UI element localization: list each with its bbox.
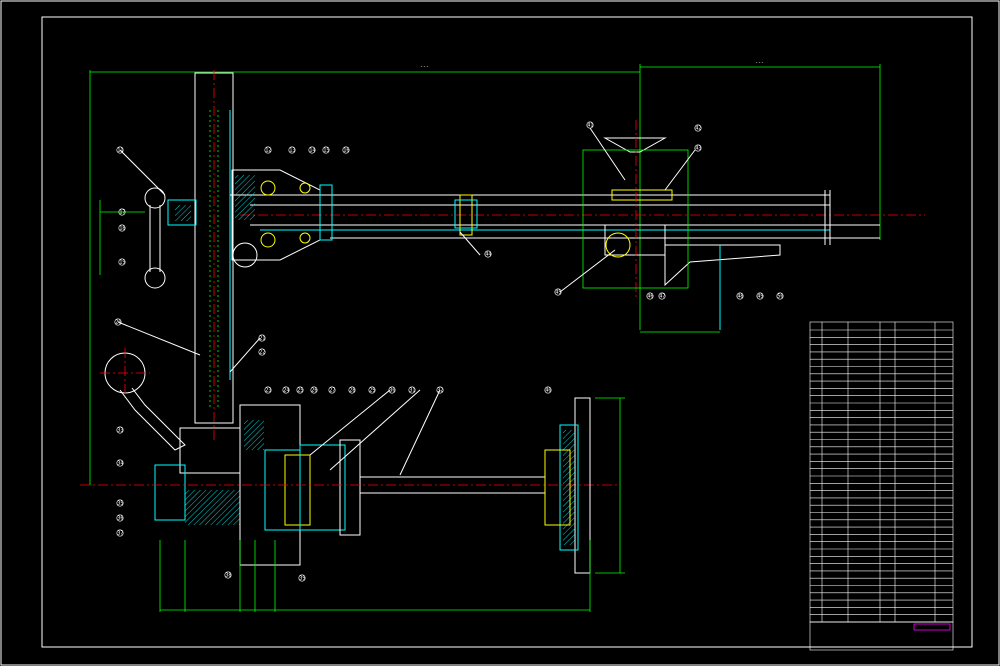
balloon-label: 27 — [329, 388, 335, 394]
balloon-label: 16 — [343, 148, 349, 154]
bottom-dimensions — [159, 540, 591, 612]
arm-root-bracket — [231, 169, 333, 268]
balloon-label: 21 — [259, 336, 265, 342]
balloon-label: 11 — [117, 148, 123, 154]
balloon-label: 31 — [409, 388, 415, 394]
balloon-label: 15 — [323, 148, 329, 154]
balloon-label: 34 — [117, 461, 123, 467]
vertical-column — [194, 70, 234, 440]
balloon-label: 23 — [265, 388, 271, 394]
top-dimensions: --- --- — [89, 60, 881, 485]
balloon-label: 22 — [259, 350, 265, 356]
balloon-label: 14 — [309, 148, 315, 154]
balloon-label: 45 — [555, 290, 561, 296]
cad-drawing-sheet: --- --- 11 12 13 14 15 1617181920212223 … — [0, 0, 1000, 666]
svg-text:---: --- — [755, 60, 764, 66]
horizontal-arm — [230, 190, 925, 245]
balloon-label: 20 — [115, 320, 121, 326]
balloon-label: 24 — [283, 388, 289, 394]
balloon-label: 40 — [545, 388, 551, 394]
balloon-label: 26 — [311, 388, 317, 394]
balloon-label: 19 — [119, 260, 125, 266]
balloon-label: 25 — [297, 388, 303, 394]
balloon-label: 49 — [757, 294, 763, 300]
balloon-label: 17 — [119, 210, 125, 216]
balloon-label: 47 — [659, 294, 665, 300]
balloon-label: 35 — [117, 501, 123, 507]
balloon-label: 50 — [777, 294, 783, 300]
gearbox-base — [80, 404, 620, 566]
balloon-label: 18 — [119, 226, 125, 232]
balloon-label: 30 — [389, 388, 395, 394]
right-flange — [544, 397, 625, 574]
balloon-label: 13 — [289, 148, 295, 154]
balloon-label: 32 — [437, 388, 443, 394]
balloon-label: 29 — [369, 388, 375, 394]
balloon-label: 38 — [225, 573, 231, 579]
balloon-label: 46 — [647, 294, 653, 300]
balloon-label: 33 — [117, 428, 123, 434]
svg-text:---: --- — [420, 64, 429, 70]
balloon-label: 42 — [695, 126, 701, 132]
balloon-label: 41 — [587, 123, 593, 129]
balloon-label: 44 — [485, 252, 491, 258]
balloon-label: 39 — [299, 576, 305, 582]
balloon-label: 43 — [695, 146, 701, 152]
lower-lever — [100, 348, 186, 451]
parts-list — [809, 321, 954, 651]
balloon-label: 37 — [117, 531, 123, 537]
outer-frame — [0, 0, 1000, 666]
end-effector — [582, 120, 781, 333]
left-clamp — [99, 187, 197, 289]
balloon-label: 48 — [737, 294, 743, 300]
balloon-label: 28 — [349, 388, 355, 394]
balloon-label: 12 — [265, 148, 271, 154]
inner-frame — [41, 16, 973, 648]
parts-list-rows — [810, 329, 953, 623]
balloon-label: 36 — [117, 516, 123, 522]
